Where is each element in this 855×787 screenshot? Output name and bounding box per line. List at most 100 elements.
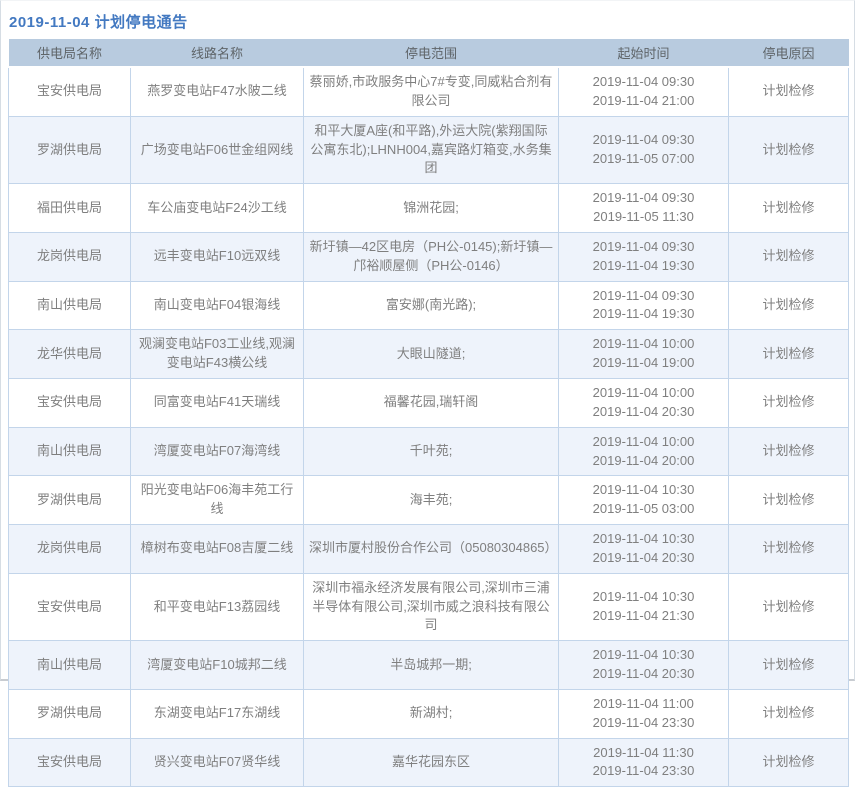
end-time: 2019-11-05 03:00 [564, 500, 723, 519]
line-cell: 东湖变电站F17东湖线 [131, 689, 304, 738]
reason-cell: 计划检修 [729, 330, 849, 379]
header-bureau: 供电局名称 [9, 39, 131, 67]
scope-cell: 福馨花园,瑞轩阁 [304, 378, 559, 427]
bureau-cell: 罗湖供电局 [9, 689, 131, 738]
time-cell: 2019-11-04 11:30 2019-11-04 23:30 [559, 738, 729, 787]
bureau-cell: 南山供电局 [9, 427, 131, 476]
time-cell: 2019-11-04 09:30 2019-11-05 07:00 [559, 116, 729, 184]
bureau-cell: 南山供电局 [9, 641, 131, 690]
reason-cell: 计划检修 [729, 378, 849, 427]
end-time: 2019-11-04 21:00 [564, 92, 723, 111]
start-time: 2019-11-04 10:00 [564, 335, 723, 354]
outage-notice-page: 2019-11-04 计划停电通告 供电局名称 线路名称 停电范围 起始时间 停… [0, 0, 855, 681]
table-row: 福田供电局 车公庙变电站F24沙工线 锦洲花园; 2019-11-04 09:3… [9, 184, 849, 233]
table-row: 宝安供电局 燕罗变电站F47水陂二线 蔡丽娇,市政服务中心7#专变,同威粘合剂有… [9, 67, 849, 116]
reason-cell: 计划检修 [729, 427, 849, 476]
start-time: 2019-11-04 10:30 [564, 530, 723, 549]
end-time: 2019-11-04 20:30 [564, 665, 723, 684]
line-cell: 湾厦变电站F10城邦二线 [131, 641, 304, 690]
scope-cell: 深圳市厦村股份合作公司（05080304865） [304, 525, 559, 574]
line-cell: 贤兴变电站F07贤华线 [131, 738, 304, 787]
reason-cell: 计划检修 [729, 738, 849, 787]
table-row: 宝安供电局 和平变电站F13荔园线 深圳市福永经济发展有限公司,深圳市三浦半导体… [9, 573, 849, 641]
table-row: 龙岗供电局 远丰变电站F10远双线 新圩镇—42区电房（PH公-0145);新圩… [9, 232, 849, 281]
line-cell: 车公庙变电站F24沙工线 [131, 184, 304, 233]
table-row: 罗湖供电局 东湖变电站F17东湖线 新湖村; 2019-11-04 11:00 … [9, 689, 849, 738]
start-time: 2019-11-04 11:00 [564, 695, 723, 714]
scope-cell: 大眼山隧道; [304, 330, 559, 379]
outage-table: 供电局名称 线路名称 停电范围 起始时间 停电原因 宝安供电局 燕罗变电站F47… [8, 39, 849, 787]
table-row: 南山供电局 南山变电站F04银海线 富安娜(南光路); 2019-11-04 0… [9, 281, 849, 330]
reason-cell: 计划检修 [729, 476, 849, 525]
scope-cell: 新湖村; [304, 689, 559, 738]
start-time: 2019-11-04 10:30 [564, 646, 723, 665]
header-reason: 停电原因 [729, 39, 849, 67]
end-time: 2019-11-04 19:00 [564, 354, 723, 373]
outage-table-body: 宝安供电局 燕罗变电站F47水陂二线 蔡丽娇,市政服务中心7#专变,同威粘合剂有… [9, 67, 849, 787]
scope-cell: 和平大厦A座(和平路),外运大院(紫翔国际公寓东北);LHNH004,嘉宾路灯箱… [304, 116, 559, 184]
line-cell: 阳光变电站F06海丰苑工行线 [131, 476, 304, 525]
bureau-cell: 宝安供电局 [9, 67, 131, 116]
bureau-cell: 福田供电局 [9, 184, 131, 233]
line-cell: 远丰变电站F10远双线 [131, 232, 304, 281]
time-cell: 2019-11-04 10:00 2019-11-04 20:30 [559, 378, 729, 427]
time-cell: 2019-11-04 09:30 2019-11-04 19:30 [559, 281, 729, 330]
time-cell: 2019-11-04 10:00 2019-11-04 19:00 [559, 330, 729, 379]
line-cell: 南山变电站F04银海线 [131, 281, 304, 330]
line-cell: 同富变电站F41天瑞线 [131, 378, 304, 427]
bureau-cell: 宝安供电局 [9, 573, 131, 641]
start-time: 2019-11-04 09:30 [564, 73, 723, 92]
line-cell: 湾厦变电站F07海湾线 [131, 427, 304, 476]
reason-cell: 计划检修 [729, 689, 849, 738]
start-time: 2019-11-04 10:30 [564, 481, 723, 500]
scope-cell: 深圳市福永经济发展有限公司,深圳市三浦半导体有限公司,深圳市威之浪科技有限公司 [304, 573, 559, 641]
time-cell: 2019-11-04 09:30 2019-11-04 21:00 [559, 67, 729, 116]
scope-cell: 新圩镇—42区电房（PH公-0145);新圩镇—邝裕顺屋侧（PH公-0146） [304, 232, 559, 281]
bureau-cell: 罗湖供电局 [9, 116, 131, 184]
reason-cell: 计划检修 [729, 232, 849, 281]
table-row: 罗湖供电局 广场变电站F06世金组网线 和平大厦A座(和平路),外运大院(紫翔国… [9, 116, 849, 184]
start-time: 2019-11-04 10:00 [564, 433, 723, 452]
time-cell: 2019-11-04 09:30 2019-11-05 11:30 [559, 184, 729, 233]
reason-cell: 计划检修 [729, 281, 849, 330]
reason-cell: 计划检修 [729, 184, 849, 233]
time-cell: 2019-11-04 10:30 2019-11-04 21:30 [559, 573, 729, 641]
start-time: 2019-11-04 09:30 [564, 131, 723, 150]
bureau-cell: 罗湖供电局 [9, 476, 131, 525]
start-time: 2019-11-04 11:30 [564, 744, 723, 763]
end-time: 2019-11-05 07:00 [564, 150, 723, 169]
header-start-time: 起始时间 [559, 39, 729, 67]
end-time: 2019-11-04 21:30 [564, 607, 723, 626]
line-cell: 和平变电站F13荔园线 [131, 573, 304, 641]
bureau-cell: 宝安供电局 [9, 378, 131, 427]
table-row: 南山供电局 湾厦变电站F07海湾线 千叶苑; 2019-11-04 10:00 … [9, 427, 849, 476]
end-time: 2019-11-04 20:30 [564, 403, 723, 422]
scope-cell: 半岛城邦一期; [304, 641, 559, 690]
scope-cell: 富安娜(南光路); [304, 281, 559, 330]
table-row: 龙华供电局 观澜变电站F03工业线,观澜变电站F43横公线 大眼山隧道; 201… [9, 330, 849, 379]
table-row: 南山供电局 湾厦变电站F10城邦二线 半岛城邦一期; 2019-11-04 10… [9, 641, 849, 690]
time-cell: 2019-11-04 10:30 2019-11-04 20:30 [559, 641, 729, 690]
end-time: 2019-11-04 23:30 [564, 762, 723, 781]
reason-cell: 计划检修 [729, 67, 849, 116]
end-time: 2019-11-04 20:00 [564, 452, 723, 471]
start-time: 2019-11-04 09:30 [564, 238, 723, 257]
reason-cell: 计划检修 [729, 525, 849, 574]
end-time: 2019-11-04 19:30 [564, 305, 723, 324]
bureau-cell: 宝安供电局 [9, 738, 131, 787]
header-scope: 停电范围 [304, 39, 559, 67]
line-cell: 樟树布变电站F08吉厦二线 [131, 525, 304, 574]
reason-cell: 计划检修 [729, 573, 849, 641]
time-cell: 2019-11-04 10:00 2019-11-04 20:00 [559, 427, 729, 476]
end-time: 2019-11-04 20:30 [564, 549, 723, 568]
header-line: 线路名称 [131, 39, 304, 67]
scope-cell: 千叶苑; [304, 427, 559, 476]
end-time: 2019-11-04 19:30 [564, 257, 723, 276]
scope-cell: 蔡丽娇,市政服务中心7#专变,同威粘合剂有限公司 [304, 67, 559, 116]
bureau-cell: 龙华供电局 [9, 330, 131, 379]
start-time: 2019-11-04 09:30 [564, 287, 723, 306]
start-time: 2019-11-04 09:30 [564, 189, 723, 208]
scope-cell: 锦洲花园; [304, 184, 559, 233]
time-cell: 2019-11-04 09:30 2019-11-04 19:30 [559, 232, 729, 281]
scope-cell: 嘉华花园东区 [304, 738, 559, 787]
